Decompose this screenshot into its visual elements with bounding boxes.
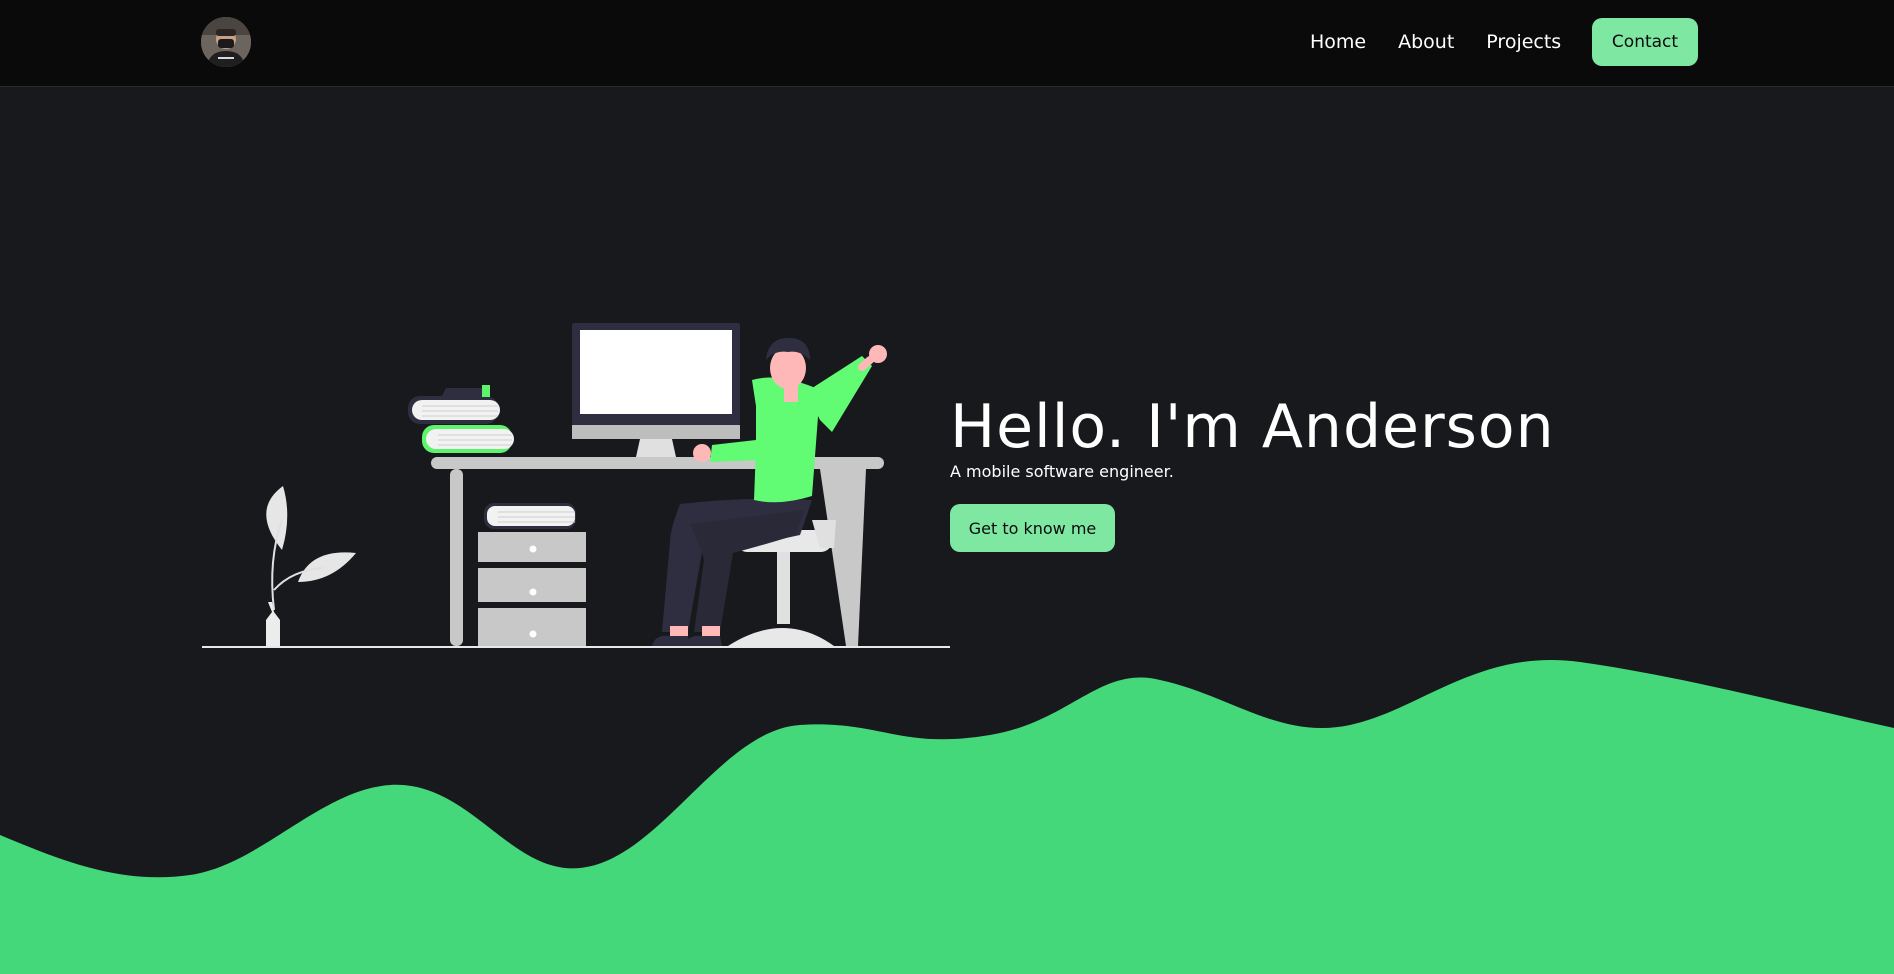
book-stack-icon bbox=[408, 385, 514, 453]
hero-subtitle: A mobile software engineer. bbox=[950, 462, 1174, 481]
plant-icon bbox=[266, 486, 356, 646]
nav-links: Home About Projects bbox=[1310, 0, 1593, 84]
contact-button[interactable]: Contact bbox=[1592, 18, 1698, 66]
nav-link-projects[interactable]: Projects bbox=[1486, 31, 1561, 53]
nav-link-about[interactable]: About bbox=[1398, 31, 1454, 53]
monitor-icon bbox=[572, 323, 740, 457]
navbar: Home About Projects Contact bbox=[0, 0, 1894, 87]
nav-link-home[interactable]: Home bbox=[1310, 31, 1366, 53]
decorative-wave bbox=[0, 659, 1894, 974]
get-to-know-me-button[interactable]: Get to know me bbox=[950, 504, 1115, 552]
avatar[interactable] bbox=[201, 17, 251, 67]
person-working-at-desk-illustration bbox=[202, 323, 950, 648]
profile-photo-icon bbox=[201, 17, 251, 67]
hero-title: Hello. I'm Anderson bbox=[950, 392, 1555, 462]
